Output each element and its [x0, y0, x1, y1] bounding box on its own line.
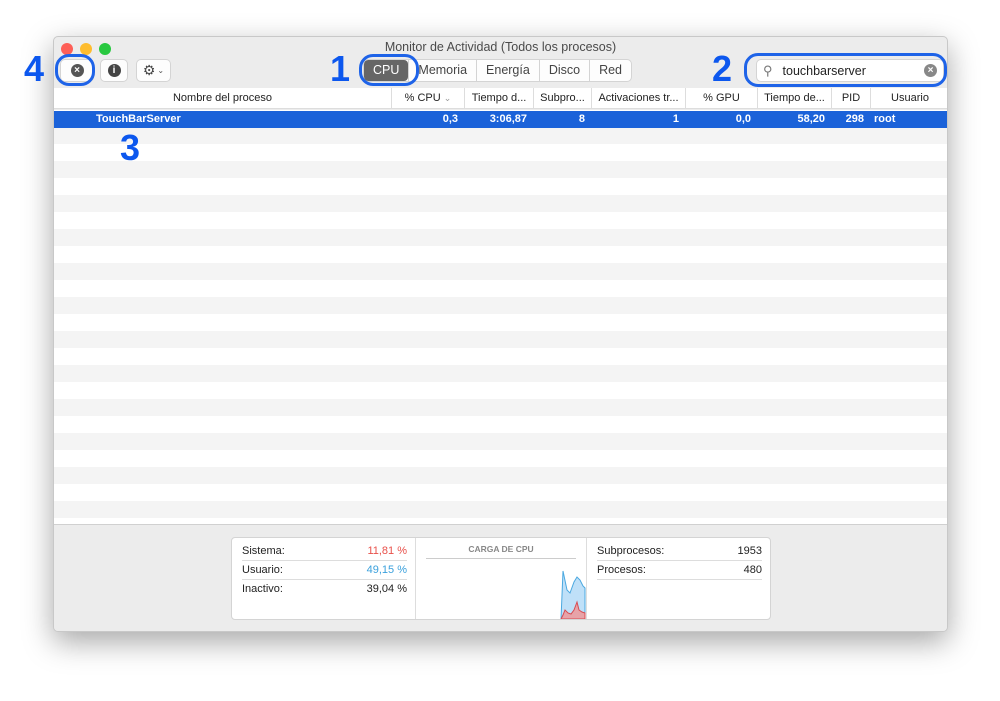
- user-value-pct: 49,15 %: [366, 564, 407, 576]
- system-value: 11,81 %: [367, 545, 407, 557]
- user-value: root: [874, 113, 896, 125]
- annotation-ring-4: [55, 54, 95, 86]
- wakeups-value: 1: [672, 113, 679, 125]
- tab-energia[interactable]: Energía: [476, 60, 539, 81]
- annotation-3: 3: [120, 127, 141, 168]
- column-header-cpu-label: % CPU: [404, 92, 441, 104]
- table-header: Nombre del proceso % CPU ⌄ Tiempo d... S…: [54, 88, 947, 109]
- processes-count: 480: [743, 564, 762, 576]
- gpu-time-value: 58,20: [797, 113, 825, 125]
- threads-count: 1953: [737, 545, 762, 557]
- annotation-ring-1: [359, 54, 419, 86]
- table-row[interactable]: TouchBarServer 0,3 3:06,87 8 1 0,0 58,20…: [54, 111, 947, 128]
- annotation-1: 1: [330, 48, 351, 89]
- cpu-load-chart: CARGA DE CPU: [416, 538, 587, 619]
- actions-menu-button[interactable]: ⚙ ⌄: [136, 59, 171, 82]
- tab-disco[interactable]: Disco: [538, 60, 589, 81]
- annotation-ring-2: [744, 53, 947, 87]
- column-header-gpu[interactable]: % GPU: [685, 88, 757, 108]
- info-icon: i: [107, 64, 121, 77]
- cpu-value: 0,3: [442, 113, 458, 125]
- idle-value: 39,04 %: [366, 583, 407, 595]
- cpu-load-graph: [560, 570, 586, 619]
- pid-value: 298: [845, 113, 864, 125]
- column-header-user[interactable]: Usuario: [870, 88, 947, 108]
- idle-label: Inactivo:: [242, 583, 283, 595]
- annotation-2: 2: [712, 48, 733, 89]
- tab-red[interactable]: Red: [589, 60, 631, 81]
- column-header-wakeups[interactable]: Activaciones tr...: [591, 88, 685, 108]
- user-label: Usuario:: [242, 564, 283, 576]
- info-button[interactable]: i: [100, 59, 128, 82]
- gear-icon: ⚙: [142, 62, 156, 78]
- cpu-percentages: Sistema: 11,81 % Usuario: 49,15 % Inactivo…: [232, 538, 416, 619]
- threads-value: 8: [578, 113, 585, 125]
- column-header-name[interactable]: Nombre del proceso: [54, 88, 391, 108]
- column-header-threads[interactable]: Subpro...: [533, 88, 591, 108]
- column-header-time[interactable]: Tiempo d...: [464, 88, 533, 108]
- processes-label: Procesos:: [597, 564, 646, 576]
- process-counts: Subprocesos: 1953 Procesos: 480: [587, 538, 770, 619]
- cpu-time-value: 3:06,87: [489, 113, 527, 125]
- sort-chevron-icon: ⌄: [443, 93, 452, 103]
- system-label: Sistema:: [242, 545, 285, 557]
- column-header-gpu-time[interactable]: Tiempo de...: [757, 88, 831, 108]
- table-body: [54, 110, 947, 524]
- cpu-summary-panel: Sistema: 11,81 % Usuario: 49,15 % Inactivo…: [231, 537, 771, 620]
- threads-label: Subprocesos:: [597, 545, 665, 557]
- column-header-pid[interactable]: PID: [831, 88, 870, 108]
- activity-monitor-window: Monitor de Actividad (Todos los procesos…: [53, 36, 948, 632]
- process-name: TouchBarServer: [96, 113, 181, 125]
- chevron-down-icon: ⌄: [157, 66, 165, 75]
- window-title: Monitor de Actividad (Todos los procesos…: [384, 40, 617, 54]
- gpu-value: 0,0: [735, 113, 751, 125]
- annotation-4: 4: [24, 48, 45, 89]
- cpu-summary-area: Sistema: 11,81 % Usuario: 49,15 % Inactivo…: [54, 524, 947, 631]
- column-header-cpu[interactable]: % CPU ⌄: [391, 88, 464, 108]
